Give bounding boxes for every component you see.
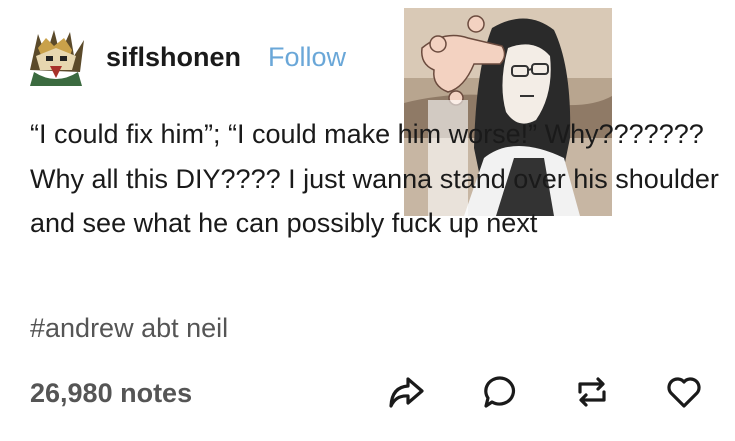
post-body: “I could fix him”; “I could make him wor… (30, 119, 719, 238)
reblog-icon[interactable] (572, 372, 612, 412)
post-tag[interactable]: #andrew abt neil (30, 313, 228, 344)
username[interactable]: siflshonen (106, 42, 241, 73)
reply-icon[interactable] (480, 372, 520, 412)
notes-count[interactable]: 26,980 notes (30, 378, 192, 409)
follow-button[interactable]: Follow (268, 42, 346, 73)
share-icon[interactable] (386, 372, 426, 412)
avatar[interactable] (24, 26, 88, 86)
heart-icon[interactable] (664, 372, 704, 412)
